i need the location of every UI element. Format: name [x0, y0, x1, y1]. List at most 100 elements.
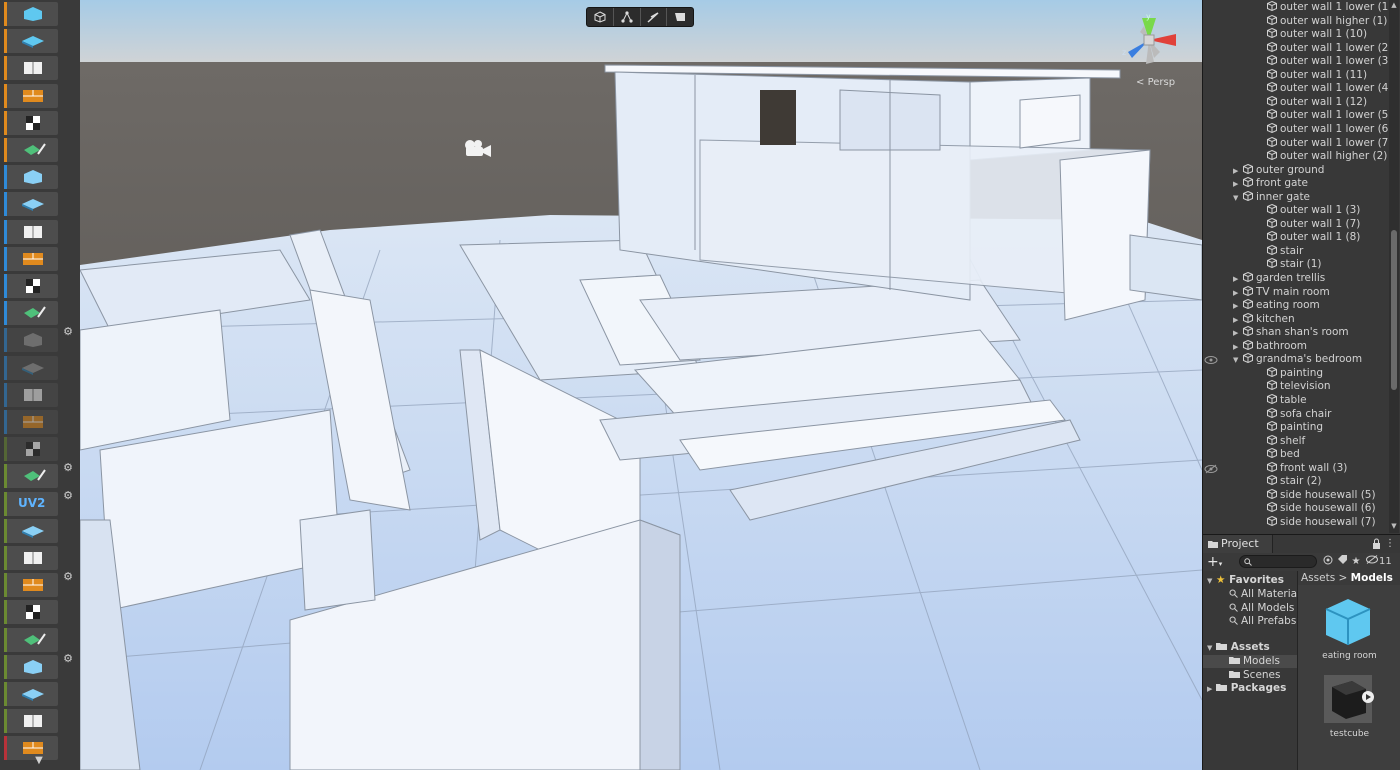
hierarchy-item[interactable]: television	[1267, 380, 1331, 393]
chevron-right-icon[interactable]: ▶	[1233, 273, 1243, 286]
packages-section[interactable]: ▶ Packages	[1207, 682, 1286, 695]
hierarchy-item[interactable]: painting	[1267, 421, 1323, 434]
hierarchy-item[interactable]: outer wall higher (2)	[1267, 150, 1387, 163]
detach-faces-button[interactable]	[4, 600, 58, 625]
hierarchy-item[interactable]: ▶ kitchen	[1233, 312, 1295, 327]
scene-render[interactable]	[80, 0, 1202, 770]
merge-faces-button[interactable]	[4, 627, 58, 652]
toolbar-overflow-arrow-icon[interactable]: ▼	[32, 756, 46, 766]
flip-normals-button[interactable]	[4, 546, 58, 570]
label-tag-icon[interactable]	[1335, 555, 1349, 569]
new-poly-shape-button[interactable]	[4, 29, 58, 54]
split-vertices-button[interactable]	[4, 709, 58, 734]
face-to-plane-button[interactable]	[4, 736, 58, 761]
mirror-objects-button[interactable]	[4, 246, 58, 271]
eye-icon[interactable]	[1204, 355, 1218, 365]
hierarchy-item[interactable]: outer wall 1 lower (2)	[1267, 41, 1392, 55]
hierarchy-item[interactable]: outer wall higher (1)	[1267, 14, 1387, 28]
vertex-mode-button[interactable]	[614, 8, 641, 26]
face-mode-button[interactable]	[667, 8, 693, 26]
project-tab[interactable]: Project	[1203, 535, 1273, 553]
hierarchy-item[interactable]: side housewall (7)	[1267, 515, 1376, 529]
material-editor-button[interactable]	[4, 56, 58, 81]
gear-icon[interactable]: ⚙	[62, 462, 74, 474]
brick-texture-button[interactable]	[4, 83, 58, 108]
hierarchy-item[interactable]: ▶ front gate	[1233, 177, 1308, 190]
chevron-right-icon[interactable]: ▶	[1233, 327, 1243, 340]
favorites-section[interactable]: ▼ ★ Favorites	[1207, 574, 1284, 587]
search-by-type-icon[interactable]	[1321, 555, 1335, 569]
collapse-button[interactable]	[4, 382, 58, 407]
chevron-right-icon[interactable]: ▶	[1233, 341, 1243, 354]
eye-hidden-icon[interactable]	[1204, 464, 1218, 474]
edge-mode-button[interactable]	[641, 8, 668, 26]
hierarchy-item[interactable]: painting	[1267, 366, 1323, 380]
scene-orientation-gizmo[interactable]: y z	[1118, 12, 1180, 74]
hierarchy-item[interactable]: bed	[1267, 448, 1300, 461]
asset-folder-item[interactable]: Scenes	[1203, 669, 1297, 682]
chevron-down-icon[interactable]: ▼	[1233, 354, 1243, 367]
weld-vertices-button[interactable]	[4, 682, 58, 706]
hierarchy-item[interactable]: outer wall 1 (8)	[1267, 231, 1360, 244]
hierarchy-item[interactable]: sofa chair	[1267, 407, 1331, 421]
scene-view[interactable]: y z < Persp	[80, 0, 1202, 770]
grid-snap-button[interactable]	[4, 328, 58, 353]
hierarchy-item[interactable]: shelf	[1267, 434, 1305, 448]
hierarchy-item[interactable]: table	[1267, 393, 1307, 407]
chevron-down-icon[interactable]: ▼	[1233, 192, 1243, 205]
hierarchy-item[interactable]: ▶ shan shan's room	[1233, 326, 1349, 339]
chevron-right-icon[interactable]: ▶	[1233, 165, 1243, 178]
favorite-search-item[interactable]: All Materia	[1229, 588, 1297, 601]
favorite-star-icon[interactable]: ★	[1349, 555, 1363, 569]
select-path-button[interactable]	[4, 437, 58, 462]
gear-icon[interactable]: ⚙	[62, 489, 74, 502]
object-mode-button[interactable]	[587, 8, 614, 26]
hierarchy-item[interactable]: ▶ eating room	[1233, 299, 1320, 312]
favorite-search-item[interactable]: All Prefabs	[1229, 615, 1296, 628]
hierarchy-item[interactable]: stair (2)	[1267, 475, 1321, 488]
hierarchy-item[interactable]: outer wall 1 lower (7)	[1267, 136, 1392, 150]
smoothing-groups-button[interactable]	[4, 165, 58, 190]
uv2-button[interactable]: UV2	[4, 491, 58, 516]
gear-icon[interactable]: ⚙	[62, 326, 74, 338]
camera-icon[interactable]	[461, 137, 493, 159]
hierarchy-item[interactable]: ▼ inner gate	[1233, 190, 1310, 205]
scroll-down-arrow[interactable]: ▼	[1390, 522, 1398, 530]
hierarchy-scrollbar[interactable]: ▲ ▼	[1389, 0, 1399, 533]
hierarchy-item[interactable]: ▶ bathroom	[1233, 339, 1307, 354]
hierarchy-item[interactable]: side housewall (5)	[1267, 488, 1376, 502]
hierarchy-item[interactable]: side housewall (6)	[1267, 502, 1376, 515]
project-search-input[interactable]	[1239, 555, 1317, 568]
hidden-packages-icon[interactable]	[1365, 555, 1379, 569]
new-shape-button[interactable]	[4, 2, 58, 26]
conform-normals-button[interactable]	[4, 518, 58, 543]
subdivide-object-button[interactable]	[4, 301, 58, 326]
gear-icon[interactable]: ⚙	[62, 571, 74, 583]
hierarchy-item[interactable]: outer wall 1 (10)	[1267, 28, 1367, 41]
hierarchy-item[interactable]: stair (1)	[1267, 258, 1321, 271]
chevron-right-icon[interactable]: ▶	[1233, 178, 1243, 191]
hierarchy-item[interactable]: ▶ TV main room	[1233, 285, 1330, 299]
hierarchy-item[interactable]: stair	[1267, 244, 1303, 258]
add-element-button[interactable]	[4, 410, 58, 434]
chevron-right-icon[interactable]: ▶	[1233, 314, 1243, 327]
create-asset-button[interactable]: +▾	[1207, 555, 1225, 569]
triangulate-button[interactable]	[4, 654, 58, 679]
asset-folder-item[interactable]: Models	[1203, 655, 1297, 668]
hierarchy-item[interactable]: outer wall 1 lower (6)	[1267, 122, 1392, 136]
hierarchy-item[interactable]: ▶ outer ground	[1233, 163, 1324, 178]
hierarchy-item[interactable]: ▶ garden trellis	[1233, 272, 1325, 285]
scroll-up-arrow[interactable]: ▲	[1390, 1, 1398, 9]
hierarchy-item[interactable]: outer wall 1 lower (5)	[1267, 109, 1392, 122]
merge-objects-button[interactable]	[4, 274, 58, 298]
lock-icon[interactable]	[1371, 538, 1381, 550]
hierarchy-item[interactable]: outer wall 1 (3)	[1267, 204, 1360, 217]
hierarchy-item[interactable]: outer wall 1 lower (4)	[1267, 82, 1392, 95]
breadcrumb-models[interactable]: Models	[1351, 572, 1393, 584]
favorite-search-item[interactable]: All Models	[1229, 602, 1294, 615]
set-pivot-button[interactable]	[4, 192, 58, 217]
hierarchy-scroll-thumb[interactable]	[1391, 230, 1397, 390]
breadcrumb-assets[interactable]: Assets	[1301, 572, 1335, 584]
hierarchy-item[interactable]: front wall (3)	[1267, 461, 1347, 475]
hierarchy-item[interactable]: outer wall 1 (11)	[1267, 68, 1367, 82]
